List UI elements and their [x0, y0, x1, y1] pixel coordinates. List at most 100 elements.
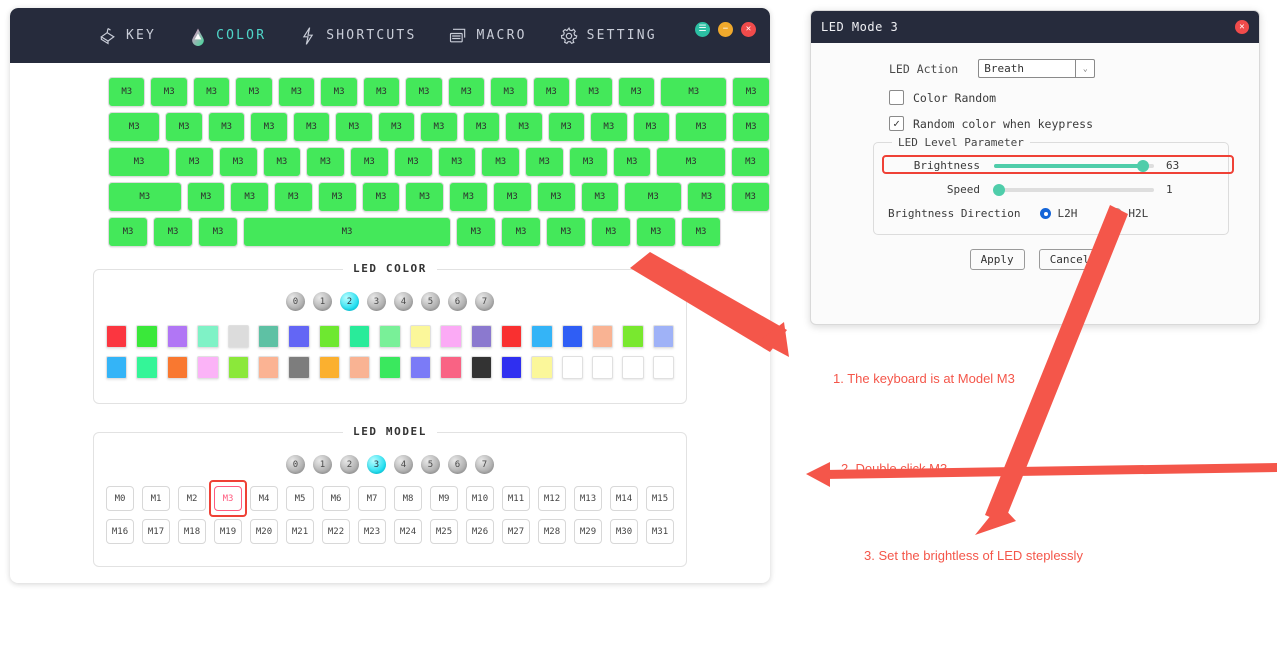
model-button-m30[interactable]: M30 — [610, 519, 638, 544]
model-button-m29[interactable]: M29 — [574, 519, 602, 544]
keyboard-key[interactable]: M3 — [192, 77, 231, 107]
model-button-m13[interactable]: M13 — [574, 486, 602, 511]
keyboard-key[interactable]: M3 — [175, 147, 214, 177]
model-button-m31[interactable]: M31 — [646, 519, 674, 544]
keyboard-key[interactable]: M3 — [732, 112, 770, 142]
model-button-m6[interactable]: M6 — [322, 486, 350, 511]
led-model-index-3[interactable]: 3 — [367, 455, 386, 474]
keyboard-key[interactable]: M3 — [362, 77, 401, 107]
keyboard-key[interactable]: M3 — [447, 77, 486, 107]
model-button-m4[interactable]: M4 — [250, 486, 278, 511]
keyboard-key[interactable]: M3 — [274, 182, 313, 212]
keyboard-key[interactable]: M3 — [675, 112, 728, 142]
color-swatch[interactable] — [409, 325, 432, 348]
led-model-index-6[interactable]: 6 — [448, 455, 467, 474]
keyboard-key[interactable]: M3 — [420, 112, 458, 142]
color-swatch[interactable] — [500, 356, 523, 379]
keyboard-key[interactable]: M3 — [437, 147, 477, 177]
direction-option-h2l[interactable]: H2L — [1111, 207, 1148, 220]
color-random-row[interactable]: Color Random — [889, 90, 1239, 105]
model-button-m9[interactable]: M9 — [430, 486, 458, 511]
keyboard-key[interactable]: M3 — [230, 182, 270, 212]
keyboard-key[interactable]: M3 — [198, 217, 238, 247]
nav-item-macro[interactable]: MACRO — [448, 26, 526, 46]
keyboard-key[interactable]: M3 — [108, 112, 161, 142]
color-swatch[interactable] — [652, 325, 675, 348]
keyboard-key[interactable]: M3 — [405, 77, 443, 107]
model-button-m15[interactable]: M15 — [646, 486, 674, 511]
color-swatch[interactable] — [227, 356, 249, 379]
keyboard-key[interactable]: M3 — [108, 147, 170, 177]
model-button-m5[interactable]: M5 — [286, 486, 314, 511]
color-swatch[interactable] — [166, 356, 189, 379]
keyboard-key[interactable]: M3 — [243, 217, 451, 247]
keyboard-key[interactable]: M3 — [405, 182, 445, 212]
model-button-m19[interactable]: M19 — [214, 519, 242, 544]
keyboard-key[interactable]: M3 — [525, 147, 564, 177]
direction-option-l2h[interactable]: L2H — [1040, 207, 1077, 220]
keyboard-key[interactable]: M3 — [681, 217, 721, 247]
color-swatch[interactable] — [136, 356, 158, 379]
keyboard-key[interactable]: M3 — [731, 147, 770, 177]
led-action-select[interactable]: Breath ⌄ — [978, 59, 1096, 78]
model-button-m25[interactable]: M25 — [430, 519, 458, 544]
color-swatch[interactable] — [652, 356, 675, 379]
color-swatch[interactable] — [318, 325, 340, 348]
keyboard-key[interactable]: M3 — [186, 182, 226, 212]
keyboard-key[interactable]: M3 — [501, 217, 541, 247]
color-swatch[interactable] — [106, 356, 128, 379]
color-swatch[interactable] — [500, 325, 523, 348]
color-swatch[interactable] — [470, 325, 492, 348]
keyboard-key[interactable]: M3 — [153, 217, 193, 247]
brightness-slider-knob[interactable] — [1136, 159, 1149, 172]
brightness-slider[interactable] — [994, 159, 1154, 172]
keyboard-key[interactable]: M3 — [536, 182, 576, 212]
color-swatch[interactable] — [561, 356, 583, 379]
color-swatch[interactable] — [622, 356, 644, 379]
keyboard-key[interactable]: M3 — [262, 147, 302, 177]
color-swatch[interactable] — [561, 325, 583, 348]
led-model-index-2[interactable]: 2 — [340, 455, 359, 474]
color-swatch[interactable] — [257, 325, 280, 348]
led-model-index-4[interactable]: 4 — [394, 455, 413, 474]
model-button-m26[interactable]: M26 — [466, 519, 494, 544]
keyboard-key[interactable]: M3 — [590, 112, 628, 142]
nav-item-shortcuts[interactable]: SHORTCUTS — [298, 26, 416, 46]
model-button-m0[interactable]: M0 — [106, 486, 134, 511]
color-random-checkbox[interactable] — [889, 90, 904, 105]
model-button-m22[interactable]: M22 — [322, 519, 350, 544]
keyboard-key[interactable]: M3 — [393, 147, 433, 177]
keyboard-key[interactable]: M3 — [546, 217, 586, 247]
led-model-index-1[interactable]: 1 — [313, 455, 332, 474]
color-swatch[interactable] — [379, 325, 401, 348]
model-button-m20[interactable]: M20 — [250, 519, 278, 544]
keyboard-key[interactable]: M3 — [732, 77, 770, 107]
color-swatch[interactable] — [349, 325, 371, 348]
keyboard-key[interactable]: M3 — [731, 182, 770, 212]
color-swatch[interactable] — [318, 356, 340, 379]
keyboard-key[interactable]: M3 — [532, 77, 571, 107]
keyboard-key[interactable]: M3 — [165, 112, 203, 142]
color-swatch[interactable] — [592, 325, 614, 348]
keyboard-key[interactable]: M3 — [320, 77, 358, 107]
led-model-index-5[interactable]: 5 — [421, 455, 440, 474]
keyboard-key[interactable]: M3 — [361, 182, 401, 212]
keyboard-key[interactable]: M3 — [580, 182, 620, 212]
keyboard-key[interactable]: M3 — [656, 147, 727, 177]
keyboard-key[interactable]: M3 — [350, 147, 389, 177]
model-button-m17[interactable]: M17 — [142, 519, 170, 544]
keyboard-key[interactable]: M3 — [636, 217, 676, 247]
model-button-m21[interactable]: M21 — [286, 519, 314, 544]
led-color-index-1[interactable]: 1 — [313, 292, 332, 311]
color-swatch[interactable] — [257, 356, 280, 379]
minimize-button[interactable]: − — [718, 22, 733, 37]
led-color-index-5[interactable]: 5 — [421, 292, 440, 311]
keyboard-key[interactable]: M3 — [108, 77, 146, 107]
keyboard-key[interactable]: M3 — [547, 112, 586, 142]
keyboard-key[interactable]: M3 — [250, 112, 288, 142]
model-button-m24[interactable]: M24 — [394, 519, 422, 544]
color-swatch[interactable] — [379, 356, 401, 379]
keyboard-key[interactable]: M3 — [462, 112, 501, 142]
model-button-m3[interactable]: M3 — [214, 486, 242, 511]
keyboard-key[interactable]: M3 — [612, 147, 652, 177]
